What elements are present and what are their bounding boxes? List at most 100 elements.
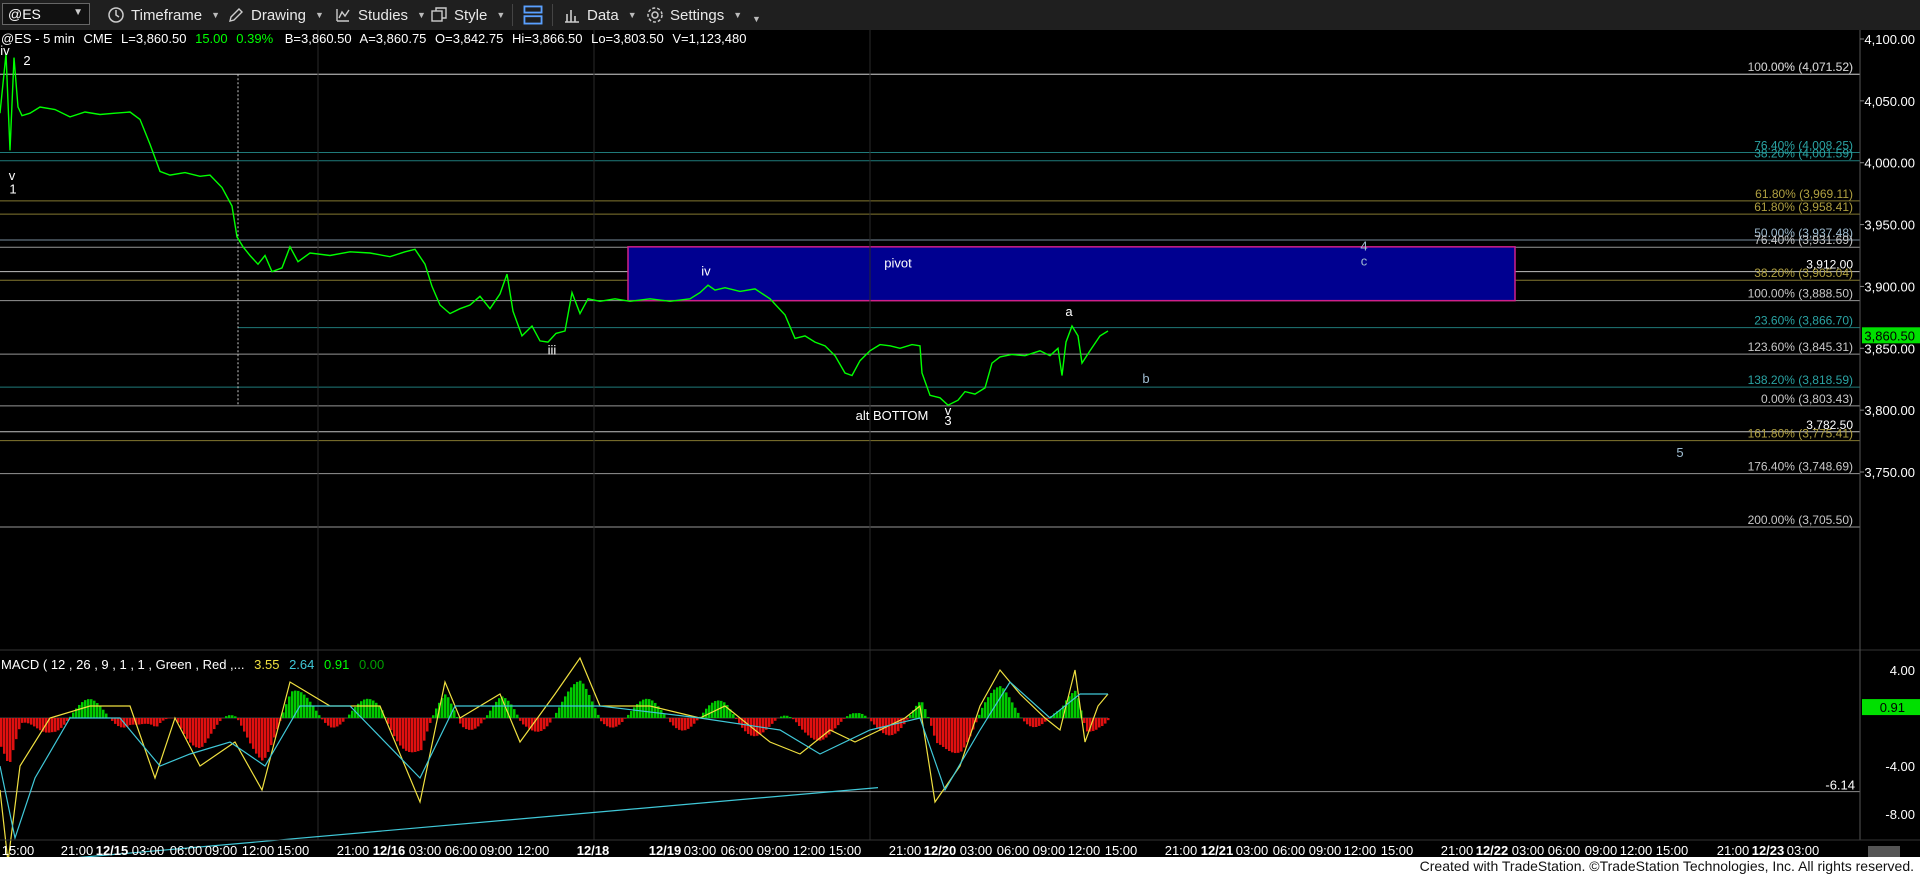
- layout-button[interactable]: [522, 3, 550, 27]
- macd-histogram-bar: [213, 718, 216, 730]
- macd-histogram-bar: [105, 713, 108, 718]
- macd-label: MACD ( 12 , 26 , 9 , 1 , 1 , Green , Red…: [1, 657, 245, 672]
- macd-histogram-bar: [585, 688, 588, 718]
- macd-histogram-bar: [150, 718, 153, 725]
- chevron-down-icon: ▼: [73, 7, 83, 18]
- macd-histogram-bar: [630, 711, 633, 718]
- quote-ask: A=3,860.75: [360, 31, 427, 46]
- axis-tick-label: 3,900.00: [1864, 279, 1915, 294]
- macd-histogram-bar: [951, 718, 954, 753]
- quote-symbol: @ES - 5 min: [1, 31, 75, 46]
- time-label: 03:00: [1236, 843, 1269, 857]
- time-scrollbar-thumb[interactable]: [1868, 846, 1900, 857]
- drawing-menu[interactable]: Drawing ▼: [227, 3, 324, 27]
- macd-histogram-bar: [348, 714, 351, 718]
- settings-menu[interactable]: Settings ▼: [646, 3, 742, 27]
- macd-histogram-bar: [486, 715, 489, 718]
- macd-histogram-bar: [84, 700, 87, 718]
- pivot-label: pivot: [884, 256, 912, 271]
- macd-histogram-bar: [300, 692, 303, 718]
- macd-histogram-bar: [804, 718, 807, 733]
- macd-histogram-bar: [594, 708, 597, 718]
- axis-tick-label: 3,850.00: [1864, 341, 1915, 356]
- macd-histogram-bar: [429, 718, 432, 723]
- time-label: 09:00: [1309, 843, 1342, 857]
- macd-histogram-bar: [966, 718, 969, 743]
- price-chart[interactable]: 100.00% (4,071.52)0.00% (4,071.52)76.40%…: [0, 30, 1920, 857]
- macd-histogram-bar: [318, 715, 321, 718]
- macd-histogram-bar: [129, 718, 132, 725]
- macd-histogram-bar: [432, 715, 435, 718]
- chevron-down-icon: ▼: [752, 14, 761, 24]
- symbol-input[interactable]: @ES ▼: [2, 3, 90, 25]
- wave-label: alt BOTTOM: [856, 408, 929, 423]
- wave-label: c: [1361, 253, 1368, 268]
- timeframe-menu[interactable]: Timeframe ▼: [107, 3, 220, 27]
- time-label: 03:00: [1787, 843, 1820, 857]
- data-menu[interactable]: Data ▼: [563, 3, 637, 27]
- macd-histogram-bar: [621, 718, 624, 723]
- macd-histogram-bar: [894, 718, 897, 734]
- macd-histogram-bar: [573, 684, 576, 718]
- time-label: 09:00: [205, 843, 238, 857]
- macd-histogram-bar: [888, 718, 891, 736]
- time-label: 12/19: [649, 843, 682, 857]
- macd-histogram-bar: [1029, 718, 1032, 727]
- macd-histogram-bar: [306, 697, 309, 718]
- style-menu[interactable]: Style ▼: [430, 3, 505, 27]
- fib-label: 38.20% (4,001.59): [1754, 147, 1853, 161]
- macd-histogram-bar: [780, 716, 783, 718]
- toolbar-overflow-button[interactable]: ▼: [743, 7, 761, 31]
- macd-histogram-bar: [327, 718, 330, 726]
- macd-histogram-bar: [201, 718, 204, 747]
- macd-histogram-bar: [792, 718, 795, 720]
- macd-histogram-bar: [264, 718, 267, 758]
- macd-histogram-bar: [405, 718, 408, 751]
- macd-histogram-bar: [891, 718, 894, 736]
- macd-histogram-bar: [456, 717, 459, 718]
- macd-histogram-bar: [672, 718, 675, 726]
- macd-histogram-bar: [21, 718, 24, 723]
- wave-label: 1: [9, 182, 16, 197]
- macd-histogram-bar: [483, 718, 486, 720]
- macd-histogram-bar: [396, 718, 399, 742]
- macd-histogram-bar: [309, 701, 312, 718]
- macd-histogram-bar: [0, 718, 3, 747]
- bar-chart-icon: [565, 10, 579, 23]
- time-label: 21:00: [61, 843, 94, 857]
- macd-histogram-bar: [858, 713, 861, 718]
- macd-histogram-bar: [324, 718, 327, 723]
- fib-label: 161.80% (3,775.41): [1748, 427, 1853, 441]
- macd-histogram-bar: [546, 718, 549, 727]
- fib-label: 23.60% (3,866.70): [1754, 314, 1853, 328]
- dropdown-arrow-icon: ▼: [733, 10, 743, 20]
- axis-tick-label: 3,800.00: [1864, 403, 1915, 418]
- macd-histogram-bar: [372, 700, 375, 718]
- macd-histogram-bar: [261, 718, 264, 761]
- macd-histogram-bar: [435, 708, 438, 718]
- macd-histogram-bar: [330, 718, 333, 728]
- time-label: 12:00: [1344, 843, 1377, 857]
- macd-histogram-bar: [1047, 718, 1050, 719]
- macd-histogram-bar: [492, 706, 495, 718]
- macd-histogram-bar: [255, 718, 258, 754]
- macd-histogram-bar: [414, 718, 417, 752]
- macd-value-1: 3.55: [254, 657, 279, 672]
- macd-histogram-bar: [843, 718, 846, 719]
- time-label: 06:00: [445, 843, 478, 857]
- macd-histogram-bar: [735, 718, 738, 719]
- macd-histogram-bar: [27, 718, 30, 724]
- macd-histogram-bar: [321, 718, 324, 720]
- macd-histogram-bar: [930, 718, 933, 726]
- quote-last: L=3,860.50: [121, 31, 186, 46]
- macd-histogram-bar: [453, 710, 456, 718]
- macd-histogram-bar: [288, 696, 291, 718]
- macd-histogram-bar: [1041, 718, 1044, 725]
- macd-histogram-bar: [870, 718, 873, 722]
- studies-menu[interactable]: Studies ▼: [334, 3, 426, 27]
- macd-histogram-bar: [219, 718, 222, 722]
- macd-histogram-bar: [462, 718, 465, 728]
- macd-histogram-bar: [60, 718, 63, 728]
- macd-histogram-bar: [516, 714, 519, 718]
- time-label: 06:00: [1548, 843, 1581, 857]
